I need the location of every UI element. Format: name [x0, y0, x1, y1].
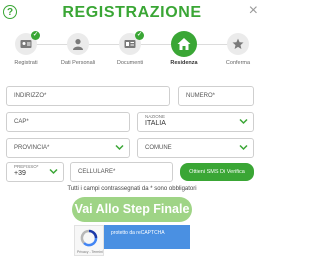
- step-residenza: Residenza: [158, 30, 210, 66]
- get-sms-verification-button[interactable]: Ottieni SMS Di Verifica: [180, 163, 254, 181]
- phone-prefix-select[interactable]: PREFISSO* +39: [6, 162, 64, 182]
- step-label: Dati Personali: [60, 60, 96, 66]
- step-circle: [227, 33, 249, 55]
- country-select[interactable]: NAZIONE ITALIA: [137, 112, 254, 132]
- step-label: Registrati: [14, 60, 38, 66]
- step-documenti: ✓ Documenti: [104, 30, 156, 66]
- step-label: Residenza: [170, 60, 198, 66]
- mobile-number-input[interactable]: CELLULARE*: [70, 162, 173, 182]
- step-label: Conferma: [225, 60, 251, 66]
- recaptcha-text: protetto da reCAPTCHA: [111, 230, 165, 236]
- province-select[interactable]: PROVINCIA*: [6, 138, 130, 158]
- chevron-down-icon: [115, 144, 124, 151]
- city-select[interactable]: COMUNE: [137, 138, 254, 158]
- header: ? REGISTRAZIONE ×: [0, 0, 264, 28]
- province-placeholder: PROVINCIA*: [14, 145, 50, 151]
- chevron-down-icon: [239, 144, 248, 151]
- recaptcha-badge[interactable]: Privacy - Termini protetto da reCAPTCHA: [74, 225, 190, 256]
- postal-code-placeholder: CAP*: [14, 119, 29, 125]
- step-circle: [67, 33, 89, 55]
- step-circle: ✓: [15, 31, 40, 55]
- house-number-input[interactable]: NUMERO*: [178, 86, 254, 106]
- page-title: REGISTRAZIONE: [62, 4, 202, 21]
- address-placeholder: INDIRIZZO*: [14, 93, 47, 99]
- country-value: ITALIA: [145, 120, 166, 127]
- recaptcha-icon: [80, 229, 98, 247]
- required-fields-note: Tutti i campi contrassegnati da * sono o…: [67, 186, 197, 192]
- step-complete-check-icon: ✓: [31, 31, 40, 40]
- phone-prefix-value: +39: [14, 170, 26, 177]
- registration-steps: ✓ Registrati Dati Personali ✓ Documenti: [0, 30, 264, 74]
- step-conferma: Conferma: [212, 30, 264, 66]
- recaptcha-privacy-terms[interactable]: Privacy - Termini: [77, 250, 103, 254]
- next-step-button[interactable]: Vai Allo Step Finale: [72, 197, 192, 222]
- step-label: Documenti: [116, 60, 144, 66]
- id-card-icon: [20, 40, 32, 48]
- document-icon: [124, 40, 136, 48]
- step-circle: ✓: [119, 31, 144, 55]
- home-icon: [177, 38, 191, 50]
- recaptcha-logo-box: Privacy - Termini: [74, 225, 104, 256]
- step-complete-check-icon: ✓: [135, 31, 144, 40]
- step-circle: [171, 31, 197, 57]
- chevron-down-icon: [49, 168, 58, 175]
- step-registrati: ✓ Registrati: [0, 30, 52, 66]
- mobile-number-placeholder: CELLULARE*: [78, 169, 116, 175]
- house-number-placeholder: NUMERO*: [186, 93, 216, 99]
- postal-code-input[interactable]: CAP*: [6, 112, 130, 132]
- close-icon[interactable]: ×: [249, 3, 258, 19]
- city-placeholder: COMUNE: [145, 145, 172, 151]
- user-icon: [73, 39, 83, 50]
- recaptcha-text-panel: protetto da reCAPTCHA: [104, 225, 190, 249]
- step-dati-personali: Dati Personali: [52, 30, 104, 66]
- address-input[interactable]: INDIRIZZO*: [6, 86, 170, 106]
- star-icon: [232, 38, 244, 49]
- chevron-down-icon: [239, 118, 248, 125]
